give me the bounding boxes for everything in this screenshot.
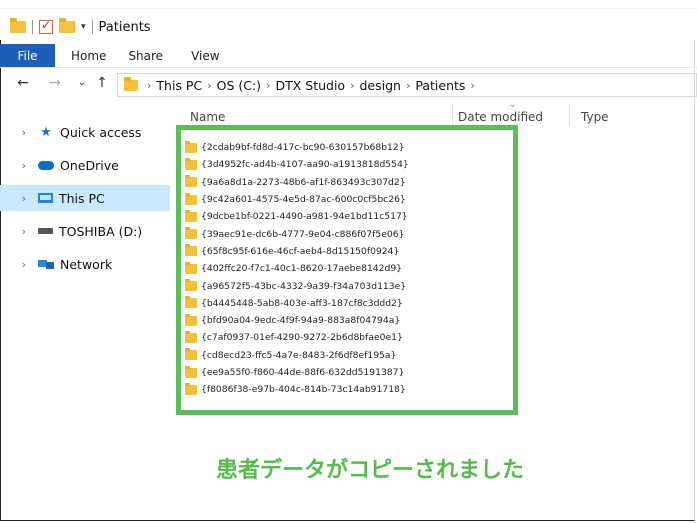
chevron-right-icon[interactable]: › [207,79,211,92]
chevron-right-icon[interactable]: › [350,79,354,92]
window-title: Patients [98,19,151,35]
address-bar[interactable]: › This PC › OS (C:) › DTX Studio › desig… [117,73,697,97]
tab-home[interactable]: Home [55,44,122,67]
forward-arrow-icon[interactable]: → [46,75,64,91]
properties-icon[interactable] [39,18,53,34]
expand-chevron-icon[interactable]: › [0,258,26,271]
chevron-down-icon[interactable]: ⌄ [76,77,88,88]
sidebar-item-label: TOSHIBA (D:) [59,223,143,239]
star-icon: ★ [40,124,52,140]
sort-caret-icon: ⌄ [509,100,517,110]
window-top-edge [0,0,697,9]
sidebar-item-onedrive[interactable]: › OneDrive [0,152,170,178]
copy-complete-caption: 患者データがコピーされました [216,458,525,483]
drive-icon [38,228,53,234]
title-bar: ▾ Patients [0,0,697,40]
ribbon-tabs: File Home Share View [0,44,697,67]
sidebar-item-toshiba[interactable]: › TOSHIBA (D:) [0,218,170,244]
expand-chevron-icon[interactable]: › [0,126,26,139]
expand-chevron-icon[interactable]: › [0,192,26,205]
folder-icon [124,76,138,91]
tab-file[interactable]: File [0,44,55,67]
breadcrumb-this-pc[interactable]: This PC [156,78,202,93]
folder-icon[interactable] [10,18,26,33]
computer-icon [38,193,53,203]
column-header-name[interactable]: Name [190,110,225,124]
breadcrumb-design[interactable]: design [360,78,401,93]
chevron-right-icon[interactable]: › [266,79,270,92]
sidebar-item-label: Quick access [60,124,142,140]
expand-chevron-icon[interactable]: › [0,159,26,172]
up-arrow-icon[interactable]: ↑ [95,75,109,91]
back-arrow-icon[interactable]: ← [14,75,32,91]
chevron-right-icon[interactable]: › [406,79,410,92]
tab-share[interactable]: Share [122,44,177,67]
column-divider[interactable] [452,104,453,126]
chevron-right-icon[interactable]: › [147,79,151,92]
sidebar-item-label: This PC [59,190,105,206]
column-header-date-modified[interactable]: Date modified [458,110,543,124]
sidebar-item-quick-access[interactable]: › ★ Quick access [0,119,170,145]
breadcrumb-patients[interactable]: Patients [415,78,465,93]
new-folder-icon[interactable] [59,18,75,33]
customize-toolbar-icon[interactable]: ▾ [81,22,86,32]
expand-chevron-icon[interactable]: › [0,225,26,238]
sidebar-item-label: Network [60,256,113,272]
divider [32,20,33,34]
ribbon-divider [0,67,697,68]
chevron-right-icon[interactable]: › [470,79,474,92]
navigation-pane: › ★ Quick access › OneDrive › This PC › … [0,104,170,521]
tab-view[interactable]: View [177,44,229,67]
quick-access-toolbar: ▾ Patients [10,16,151,38]
sidebar-item-this-pc[interactable]: › This PC [0,185,170,211]
network-icon [38,258,54,270]
sidebar-item-network[interactable]: › Network [0,251,170,277]
cloud-icon [38,160,54,170]
breadcrumb-os-c[interactable]: OS (C:) [217,78,261,93]
highlight-box [176,125,518,415]
breadcrumb-dtx-studio[interactable]: DTX Studio [275,78,345,93]
divider [91,20,93,34]
sidebar-item-label: OneDrive [60,157,119,173]
column-header-type[interactable]: Type [581,110,609,124]
column-divider[interactable] [569,104,570,126]
